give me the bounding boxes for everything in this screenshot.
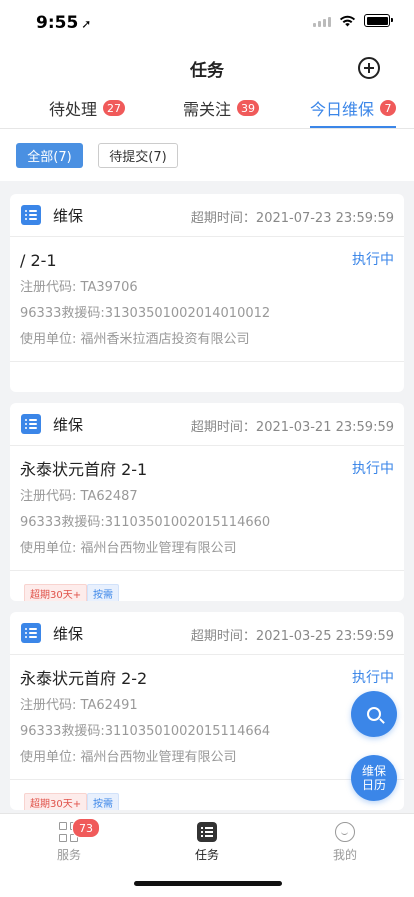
tab-badge: 27 xyxy=(103,100,126,116)
tab-label: 待处理 xyxy=(49,100,98,119)
search-button[interactable] xyxy=(351,691,397,737)
rescue-code: 96333救援码:31103501002015114664 xyxy=(20,724,271,739)
card-body: / 2-1 执行中 注册代码: TA39706 96333救援码:3130350… xyxy=(10,237,404,353)
elevator-name: / 2-1 xyxy=(20,251,57,270)
tab-attention[interactable]: 需关注 39 xyxy=(183,96,260,120)
calendar-label-line2: 日历 xyxy=(361,778,386,792)
user-unit: 使用单位: 福州香米拉酒店投资有限公司 xyxy=(20,332,250,347)
filter-to-submit-chip[interactable]: 待提交(7) xyxy=(98,143,178,168)
status-label: 执行中 xyxy=(352,461,394,477)
tab-today-maintenance[interactable]: 今日维保 7 xyxy=(310,96,397,120)
registration-code: 注册代码: TA39706 xyxy=(20,280,138,295)
page-title: 任务 xyxy=(190,61,224,81)
elevator-name: 永泰状元首府 2-2 xyxy=(20,669,148,688)
card-footer: 超期30天+ 按需 xyxy=(10,570,404,601)
tab-badge: 7 xyxy=(380,100,397,116)
add-circle-icon[interactable] xyxy=(358,57,380,79)
card-type: 维保 xyxy=(53,416,84,434)
tabbar-item-tasks[interactable]: 任务 xyxy=(172,822,242,863)
service-badge: 73 xyxy=(72,818,100,838)
card-header: 维保 超期时间：2021-03-21 23:59:59 xyxy=(10,403,404,446)
tab-pending[interactable]: 待处理 27 xyxy=(49,96,126,120)
search-icon xyxy=(367,707,381,721)
list-icon xyxy=(21,414,41,434)
card-body: 永泰状元首府 2-2 执行中 注册代码: TA62491 96333救援码:31… xyxy=(10,655,404,771)
on-demand-tag: 按需 xyxy=(87,584,119,601)
tab-label: 需关注 xyxy=(183,100,232,119)
task-tabs: 待处理 27 需关注 39 今日维保 7 xyxy=(0,90,414,129)
overdue-tag: 超期30天+ xyxy=(24,584,88,601)
tabbar-label: 服务 xyxy=(56,848,81,862)
card-type: 维保 xyxy=(53,207,84,225)
card-deadline: 超期时间：2021-03-21 23:59:59 xyxy=(190,420,394,435)
task-card[interactable]: 维保 超期时间：2021-03-21 23:59:59 永泰状元首府 2-1 执… xyxy=(10,403,404,601)
tab-badge: 39 xyxy=(237,100,260,116)
tabbar-label: 任务 xyxy=(194,848,219,862)
overdue-tag: 超期30天+ xyxy=(24,793,88,810)
task-list-icon xyxy=(197,822,217,842)
card-deadline: 超期时间：2021-03-25 23:59:59 xyxy=(190,629,394,644)
card-footer: 超期30天+ 按需 xyxy=(10,779,404,810)
calendar-label-line1: 维保 xyxy=(361,764,386,778)
user-unit: 使用单位: 福州台西物业管理有限公司 xyxy=(20,541,237,556)
filter-bar: 全部(7) 待提交(7) xyxy=(0,129,414,181)
card-header: 维保 超期时间：2021-07-23 23:59:59 xyxy=(10,194,404,237)
tab-label: 今日维保 xyxy=(310,100,375,119)
status-label: 执行中 xyxy=(352,252,394,268)
registration-code: 注册代码: TA62487 xyxy=(20,489,138,504)
card-type: 维保 xyxy=(53,625,84,643)
on-demand-tag: 按需 xyxy=(87,793,119,810)
filter-all-chip[interactable]: 全部(7) xyxy=(16,143,83,168)
card-header: 维保 超期时间：2021-03-25 23:59:59 xyxy=(10,612,404,655)
list-icon xyxy=(21,205,41,225)
location-arrow-icon: ➚ xyxy=(81,17,92,31)
list-icon xyxy=(21,623,41,643)
nav-bar: 任务 xyxy=(0,44,414,90)
rescue-code: 96333救援码:31303501002014010012 xyxy=(20,306,271,321)
task-card[interactable]: 维保 超期时间：2021-03-25 23:59:59 永泰状元首府 2-2 执… xyxy=(10,612,404,810)
status-time: 9:55 ➚ xyxy=(36,13,92,33)
user-unit: 使用单位: 福州台西物业管理有限公司 xyxy=(20,750,237,765)
task-card[interactable]: 维保 超期时间：2021-07-23 23:59:59 / 2-1 执行中 注册… xyxy=(10,194,404,392)
card-deadline: 超期时间：2021-07-23 23:59:59 xyxy=(190,211,394,226)
battery-icon xyxy=(364,14,393,27)
elevator-name: 永泰状元首府 2-1 xyxy=(20,460,148,479)
tabbar-item-mine[interactable]: 我的 xyxy=(310,822,380,863)
profile-smile-icon xyxy=(335,822,355,842)
card-footer xyxy=(10,361,404,392)
registration-code: 注册代码: TA62491 xyxy=(20,698,138,713)
status-label: 执行中 xyxy=(352,670,394,686)
maintenance-calendar-button[interactable]: 维保 日历 xyxy=(351,755,397,801)
home-indicator xyxy=(134,881,282,886)
wifi-icon xyxy=(339,15,356,26)
card-body: 永泰状元首府 2-1 执行中 注册代码: TA62487 96333救援码:31… xyxy=(10,446,404,562)
tabbar-label: 我的 xyxy=(332,848,357,862)
rescue-code: 96333救援码:31103501002015114660 xyxy=(20,515,271,530)
cellular-signal-icon xyxy=(313,15,331,27)
status-indicators xyxy=(313,14,393,27)
tab-active-indicator xyxy=(310,126,396,128)
status-bar: 9:55 ➚ xyxy=(0,0,414,44)
